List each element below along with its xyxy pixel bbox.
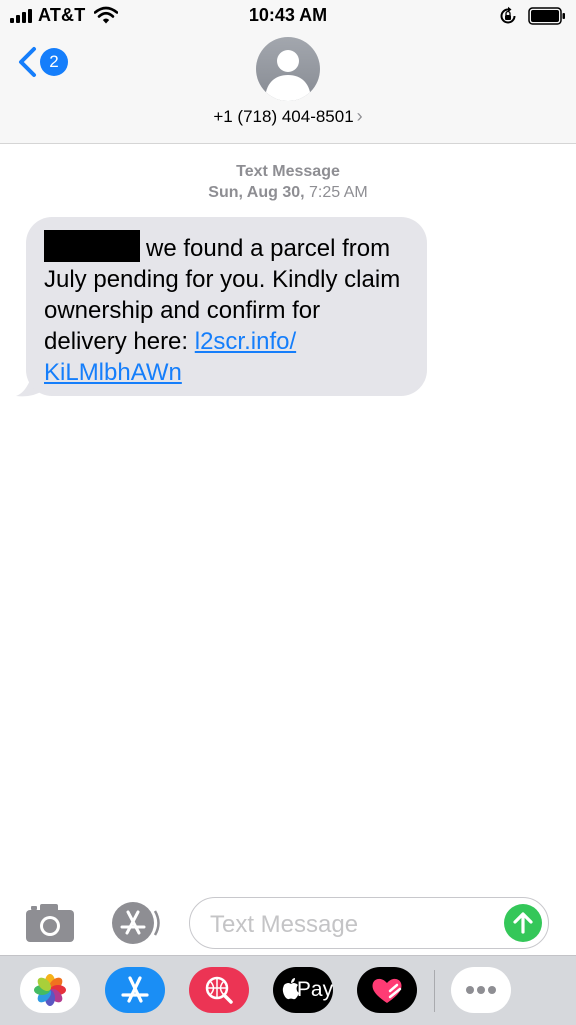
- unread-count-badge: 2: [40, 48, 68, 76]
- apple-pay-label: Pay: [296, 978, 334, 1001]
- chevron-right-icon: ›: [356, 106, 363, 126]
- timestamp-time: 7:25 AM: [304, 184, 368, 201]
- drawer-divider: [434, 970, 435, 1012]
- message-link-part2: KiLMlbhAWn: [44, 359, 182, 386]
- apple-pay-app-icon[interactable]: Pay: [273, 967, 333, 1013]
- app-drawer: Pay: [0, 955, 576, 1025]
- timestamp-day: Sun, Aug 30,: [208, 184, 305, 201]
- message-text-line1: we found a parcel from: [146, 235, 391, 262]
- clock: 10:43 AM: [248, 5, 328, 25]
- contact-number: +1 (718) 404-8501: [213, 107, 354, 126]
- send-button[interactable]: [504, 904, 542, 942]
- incoming-message-bubble[interactable]: we found a parcel from July pending for …: [26, 217, 427, 396]
- message-input[interactable]: Text Message: [189, 897, 549, 949]
- chevron-left-icon: [19, 47, 36, 77]
- photos-app-icon[interactable]: [20, 967, 80, 1013]
- orientation-lock-icon: [500, 6, 516, 24]
- camera-button[interactable]: [24, 902, 76, 944]
- arrow-up-icon: [513, 912, 533, 934]
- more-apps-icon[interactable]: [451, 967, 511, 1013]
- message-timestamp: Sun, Aug 30, 7:25 AM: [0, 184, 576, 202]
- message-input-placeholder: Text Message: [210, 911, 359, 938]
- contact-details-link[interactable]: +1 (718) 404-8501 ›: [0, 106, 576, 127]
- person-silhouette-icon: [265, 50, 311, 101]
- redacted-name-block: [44, 230, 140, 262]
- navigation-header: AT&T 10:43 AM 2 +1 (718) 404-8501 ›: [0, 0, 576, 144]
- app-store-app-icon[interactable]: [105, 967, 165, 1013]
- app-store-button[interactable]: [106, 900, 162, 946]
- message-link-part1: l2scr.info/: [194, 328, 297, 355]
- contact-avatar[interactable]: [256, 37, 320, 101]
- back-button[interactable]: 2: [16, 42, 76, 82]
- service-label: Text Message: [236, 163, 340, 180]
- status-bar: AT&T 10:43 AM: [0, 0, 576, 34]
- battery-icon: [528, 7, 565, 25]
- web-search-app-icon[interactable]: [189, 967, 249, 1013]
- digital-touch-app-icon[interactable]: [357, 967, 417, 1013]
